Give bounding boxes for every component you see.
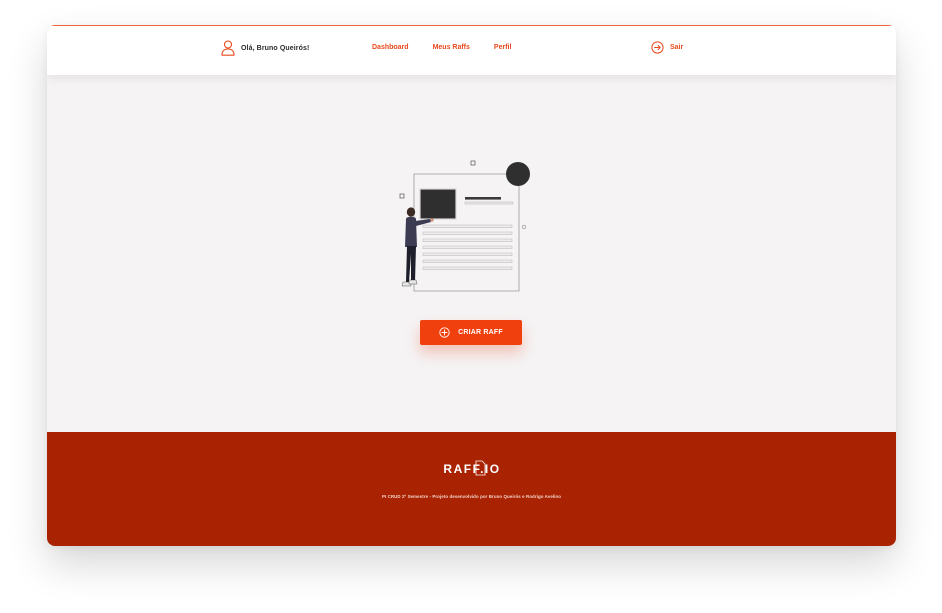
app-window: Olá, Bruno Queirós! Dashboard Meus Raffs… [47, 25, 896, 546]
create-raff-button[interactable]: CRIAR RAFF [420, 320, 522, 345]
plus-circle-icon [439, 327, 450, 338]
create-raff-label: CRIAR RAFF [458, 329, 503, 336]
dashboard-content: CRIAR RAFF [47, 74, 896, 432]
user-greeting: Olá, Bruno Queirós! [221, 40, 309, 56]
greeting-text: Olá, Bruno Queirós! [241, 44, 310, 52]
site-footer: RAFF.IO PI CRUD 2º Semestre - Projeto de… [47, 432, 896, 546]
nav-dashboard-link[interactable]: Dashboard [372, 44, 409, 51]
footer-credits: PI CRUD 2º Semestre - Projeto desenvolvi… [381, 494, 562, 499]
nav-perfil-link[interactable]: Perfil [494, 44, 512, 51]
empty-state-illustration [399, 160, 530, 292]
logout-arrow-icon [651, 41, 664, 54]
logout-button[interactable]: Sair [651, 41, 683, 54]
raff-logo: RAFF.IO [47, 459, 896, 482]
user-icon [221, 40, 235, 56]
top-navbar: Olá, Bruno Queirós! Dashboard Meus Raffs… [47, 25, 896, 75]
nav-meus-raffs-link[interactable]: Meus Raffs [433, 44, 470, 51]
main-nav: Dashboard Meus Raffs Perfil [372, 44, 511, 51]
logout-label: Sair [670, 44, 684, 51]
raff-logo-mark: RAFF.IO [443, 460, 500, 476]
logo-text: RAFF.IO [443, 462, 500, 476]
